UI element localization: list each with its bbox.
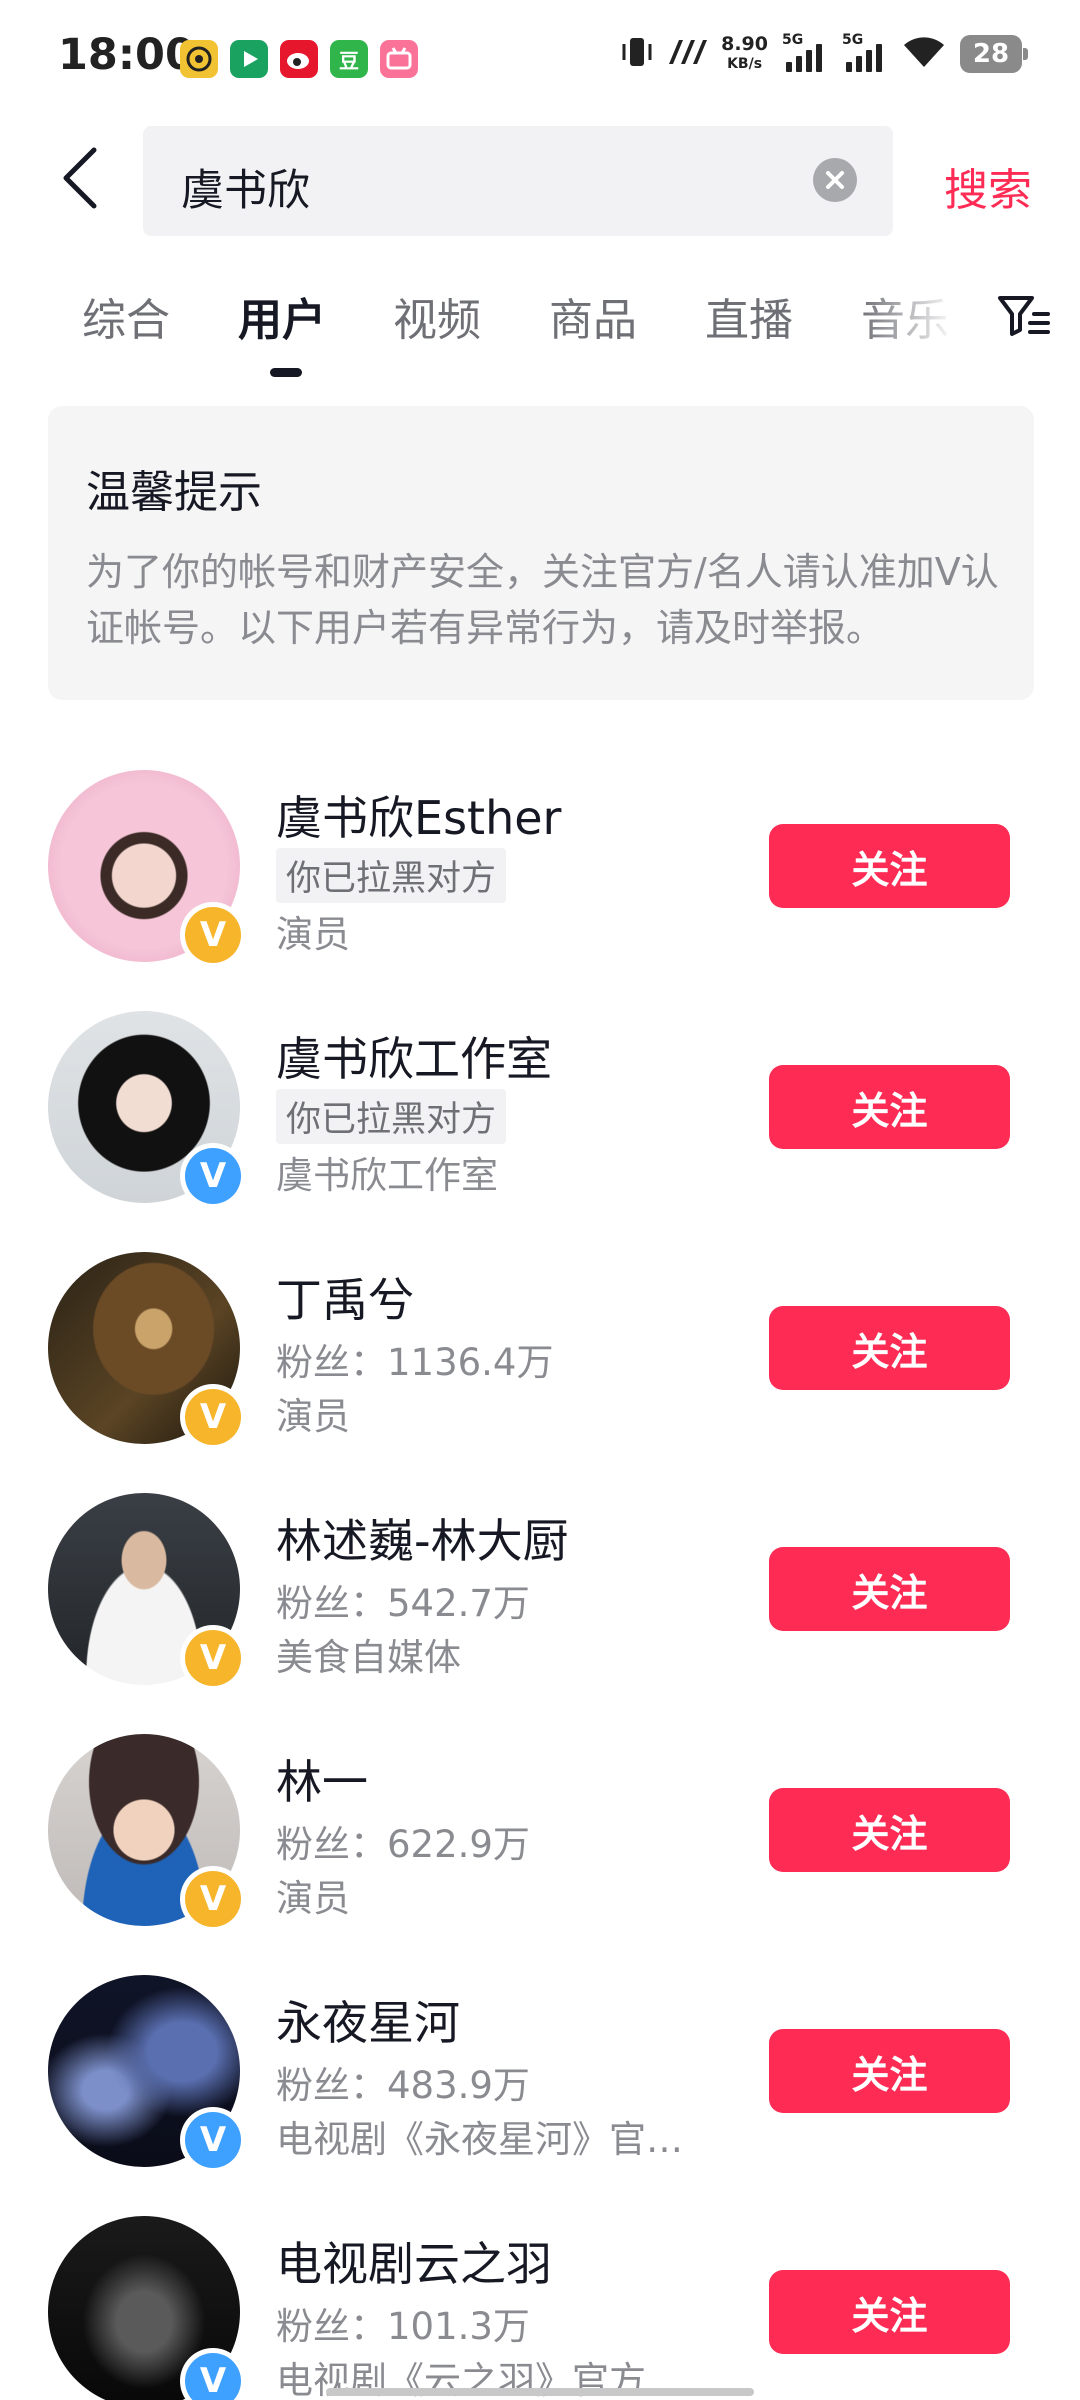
filter-icon [998, 296, 1050, 336]
search-input[interactable]: 虞书欣 [143, 126, 893, 236]
wifi-icon [902, 35, 946, 73]
douban-icon: 豆 [330, 40, 368, 78]
video-app-icon [230, 40, 268, 78]
blocked-tag: 你已拉黑对方 [276, 1089, 507, 1144]
verified-badge: V [180, 2348, 246, 2400]
back-button[interactable] [44, 142, 116, 214]
vibrate-icon [621, 35, 653, 73]
follow-button[interactable]: 关注 [769, 824, 1010, 908]
verified-badge: V [180, 902, 246, 968]
sim1-signal-icon: 5G [782, 32, 828, 74]
list-item[interactable]: V 虞书欣Esther 你已拉黑对方 演员 关注 [0, 770, 1080, 1010]
user-name: 电视剧云之羽 [276, 2237, 552, 2291]
user-name: 丁禹兮 [276, 1273, 414, 1327]
status-time: 18:00 [58, 30, 195, 80]
search-header: 虞书欣 搜索 [0, 118, 1080, 238]
user-description: 虞书欣工作室 [276, 1154, 498, 1197]
verified-badge: V [180, 1384, 246, 1450]
follow-button[interactable]: 关注 [769, 2029, 1010, 2113]
close-icon [826, 171, 844, 189]
list-item[interactable]: V 电视剧云之羽 粉丝：101.3万 电视剧《云之羽》官方… 关注 [0, 2216, 1080, 2400]
status-bar: 18:00 豆 8.90 KB/s 5G 5G 28 [0, 0, 1080, 118]
follower-count: 粉丝：1136.4万 [276, 1341, 554, 1384]
nfc-icon [667, 38, 708, 70]
search-submit-button[interactable]: 搜索 [944, 154, 1032, 218]
back-arrow-icon [63, 147, 97, 209]
list-item[interactable]: V 丁禹兮 粉丝：1136.4万 演员 关注 [0, 1252, 1080, 1492]
status-indicators: 8.90 KB/s 5G 5G 28 [621, 32, 1028, 74]
network-speed: 8.90 KB/s [721, 33, 768, 72]
verified-badge: V [180, 1866, 246, 1932]
notice-title: 温馨提示 [86, 467, 262, 518]
follower-count: 粉丝：483.9万 [276, 2064, 530, 2107]
follow-button[interactable]: 关注 [769, 1547, 1010, 1631]
search-category-tabs: 综合 用户 视频 商品 直播 音乐 [0, 270, 1080, 380]
tab-videos[interactable]: 视频 [393, 284, 481, 348]
user-description: 演员 [276, 913, 350, 956]
battery-icon: 28 [960, 35, 1028, 73]
user-name: 林述巍-林大厨 [276, 1514, 569, 1568]
follow-button[interactable]: 关注 [769, 1306, 1010, 1390]
weibo-icon [280, 40, 318, 78]
bilibili-icon [380, 40, 418, 78]
follow-button[interactable]: 关注 [769, 1788, 1010, 1872]
user-name: 虞书欣Esther [276, 791, 562, 845]
list-item[interactable]: V 林一 粉丝：622.9万 演员 关注 [0, 1734, 1080, 1974]
clear-search-button[interactable] [813, 158, 857, 202]
user-description: 电视剧《永夜星河》官… [276, 2118, 683, 2161]
user-name: 虞书欣工作室 [276, 1032, 552, 1086]
user-description: 美食自媒体 [276, 1636, 461, 1679]
verified-badge: V [180, 2107, 246, 2173]
tab-users[interactable]: 用户 [238, 284, 326, 348]
blocked-tag: 你已拉黑对方 [276, 848, 507, 903]
filter-button[interactable] [996, 288, 1052, 344]
user-description: 演员 [276, 1395, 350, 1438]
list-item[interactable]: V 林述巍-林大厨 粉丝：542.7万 美食自媒体 关注 [0, 1493, 1080, 1733]
browser-icon [180, 40, 218, 78]
user-name: 林一 [276, 1755, 368, 1809]
verified-badge: V [180, 1143, 246, 1209]
tab-comprehensive[interactable]: 综合 [82, 284, 170, 348]
list-item[interactable]: V 虞书欣工作室 你已拉黑对方 虞书欣工作室 关注 [0, 1011, 1080, 1251]
list-item[interactable]: V 永夜星河 粉丝：483.9万 电视剧《永夜星河》官… 关注 [0, 1975, 1080, 2215]
verified-badge: V [180, 1625, 246, 1691]
follow-button[interactable]: 关注 [769, 1065, 1010, 1149]
tab-products[interactable]: 商品 [549, 284, 637, 348]
user-name: 永夜星河 [276, 1996, 460, 2050]
sim2-signal-icon: 5G [842, 32, 888, 74]
notice-body: 为了你的帐号和财产安全，关注官方/名人请认准加V认证帐号。以下用户若有异常行为，… [86, 550, 999, 650]
notification-icons: 豆 [180, 40, 418, 78]
user-description: 演员 [276, 1877, 350, 1920]
follow-button[interactable]: 关注 [769, 2270, 1010, 2354]
active-tab-indicator [270, 368, 302, 377]
tab-live[interactable]: 直播 [705, 284, 793, 348]
search-query[interactable]: 虞书欣 [181, 156, 310, 218]
safety-notice: 温馨提示 为了你的帐号和财产安全，关注官方/名人请认准加V认证帐号。以下用户若有… [48, 406, 1034, 700]
home-indicator[interactable] [326, 2388, 754, 2396]
follower-count: 粉丝：542.7万 [276, 1582, 530, 1625]
follower-count: 粉丝：622.9万 [276, 1823, 530, 1866]
follower-count: 粉丝：101.3万 [276, 2305, 530, 2348]
